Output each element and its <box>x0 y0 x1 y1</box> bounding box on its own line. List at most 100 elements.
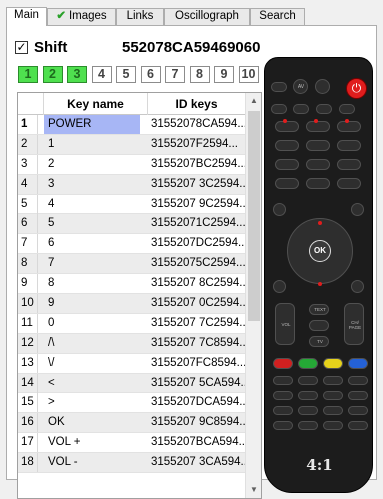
text-button[interactable]: TEXT <box>309 304 329 315</box>
page-box-3[interactable]: 3 <box>67 66 87 83</box>
page-box-4[interactable]: 4 <box>91 66 112 83</box>
page-box-9[interactable]: 9 <box>214 66 234 83</box>
digit-9-button[interactable] <box>337 159 361 170</box>
digit-3-button[interactable] <box>337 121 361 132</box>
remote-button[interactable] <box>309 320 329 331</box>
tab-search-label: Search <box>259 10 296 22</box>
remote-button[interactable] <box>271 104 287 114</box>
table-row[interactable]: 10 9 3155207 0C2594... <box>18 294 246 314</box>
remote-button[interactable] <box>348 421 368 430</box>
page-box-7[interactable]: 7 <box>165 66 185 83</box>
table-row[interactable]: 11 0 3155207 7C2594... <box>18 313 246 334</box>
yellow-button[interactable] <box>323 358 343 369</box>
table-row[interactable]: 2 1 3155207F2594... <box>18 134 246 155</box>
table-row[interactable]: 7 6 3155207DC2594... <box>18 234 246 255</box>
key-name-cell: VOL + <box>48 436 81 449</box>
table-row[interactable]: 1 POWER 31552078CA594... <box>18 115 246 135</box>
remote-button[interactable] <box>348 376 368 385</box>
remote-button[interactable] <box>273 406 293 415</box>
header-key-name[interactable]: Key name <box>44 93 148 115</box>
remote-button[interactable] <box>273 376 293 385</box>
table-row[interactable]: 15 >3155207DCA594... <box>18 393 246 414</box>
digit-5-button[interactable] <box>306 140 330 151</box>
table-row[interactable]: 18 VOL - 3155207 3CA594... <box>18 453 246 474</box>
page-box-5[interactable]: 5 <box>116 66 136 83</box>
digit-8-button[interactable] <box>306 159 330 170</box>
tab-search[interactable]: Search <box>250 8 305 25</box>
table-row[interactable]: 14 <3155207 5CA594... <box>18 373 246 394</box>
page-box-8[interactable]: 8 <box>189 66 210 83</box>
scroll-thumb[interactable] <box>248 111 260 321</box>
page-box-2[interactable]: 2 <box>42 66 63 83</box>
id-keys-cell: 3155207 8C2594... <box>151 277 246 290</box>
remote-av-button[interactable]: AV <box>293 79 308 94</box>
row-number: 10 <box>18 294 38 314</box>
green-button[interactable] <box>298 358 318 369</box>
table-row[interactable]: 9 8 3155207 8C2594... <box>18 274 246 295</box>
table-row[interactable]: 3 2 3155207BC2594... <box>18 154 246 175</box>
remote-button[interactable] <box>323 421 343 430</box>
table-row[interactable]: 6 5 31552071C2594... <box>18 214 246 235</box>
remote-button[interactable] <box>273 421 293 430</box>
remote-button[interactable] <box>348 391 368 400</box>
header-id-keys[interactable]: ID keys <box>148 93 246 115</box>
volume-rocker[interactable]: VOL <box>275 303 295 345</box>
table-row[interactable]: 8 7 31552075C2594... <box>18 254 246 275</box>
tab-links[interactable]: Links <box>116 8 164 25</box>
remote-button[interactable] <box>337 178 361 189</box>
remote-tv-label: TV <box>317 339 323 344</box>
remote-button[interactable] <box>298 376 318 385</box>
table-row[interactable]: 5 4 3155207 9C2594... <box>18 194 246 215</box>
remote-button[interactable] <box>323 391 343 400</box>
return-button[interactable] <box>273 203 286 216</box>
remote-button[interactable] <box>298 406 318 415</box>
page-box-10[interactable]: 10 <box>238 66 259 83</box>
remote-button[interactable] <box>293 104 309 114</box>
remote-button[interactable] <box>298 421 318 430</box>
table-header: Key name ID keys <box>18 93 246 115</box>
digit-7-button[interactable] <box>275 159 299 170</box>
table-row[interactable]: 4 3 3155207 3C2594... <box>18 174 246 195</box>
digit-1-button[interactable] <box>275 121 299 132</box>
title-button[interactable] <box>351 280 364 293</box>
power-icon[interactable]: ⏻ <box>346 78 367 99</box>
remote-button[interactable] <box>273 391 293 400</box>
id-keys-cell: 31552078CA594... <box>151 118 246 130</box>
remote-ch-label: CH/ PAGE <box>348 320 362 330</box>
digit-6-button[interactable] <box>337 140 361 151</box>
remote-button[interactable] <box>348 406 368 415</box>
tab-oscillograph[interactable]: Oscillograph <box>164 8 250 25</box>
blue-button[interactable] <box>348 358 368 369</box>
digit-0-button[interactable] <box>306 178 330 189</box>
tab-images[interactable]: ✔ Images <box>47 8 116 25</box>
table-row[interactable]: 13 \/ 3155207FC8594... <box>18 353 246 374</box>
red-button[interactable] <box>273 358 293 369</box>
table-row[interactable]: 17 VOL + 3155207BCA594... <box>18 433 246 454</box>
remote-button[interactable] <box>275 178 299 189</box>
remote-button[interactable] <box>298 391 318 400</box>
row-number: 13 <box>18 353 38 373</box>
remote-button[interactable] <box>323 376 343 385</box>
shift-checkbox[interactable]: ✓ <box>15 41 28 54</box>
table-scrollbar[interactable]: ▲ ▼ <box>245 93 261 498</box>
remote-button[interactable] <box>271 82 287 92</box>
mute-icon[interactable] <box>315 79 330 94</box>
main-panel: ✓ Shift 552078CA59469060 1 2 3 4 5 6 7 8 9 10 Key… <box>6 25 377 499</box>
tv-button[interactable]: TV <box>309 336 329 347</box>
top-menu-button[interactable] <box>273 280 286 293</box>
remote-button[interactable] <box>323 406 343 415</box>
remote-button[interactable] <box>339 104 355 114</box>
id-keys-cell: 3155207BCA594... <box>151 436 246 449</box>
menu-button[interactable] <box>351 203 364 216</box>
digit-2-button[interactable] <box>306 121 330 132</box>
page-box-1[interactable]: 1 <box>18 66 38 83</box>
tab-main[interactable]: Main <box>6 7 47 26</box>
table-row[interactable]: 12 /\ 3155207 7C8594... <box>18 333 246 354</box>
page-box-6[interactable]: 6 <box>140 66 161 83</box>
ok-button[interactable]: OK <box>309 240 331 262</box>
digit-4-button[interactable] <box>275 140 299 151</box>
channel-rocker[interactable]: CH/ PAGE <box>344 303 364 345</box>
table-row[interactable]: 16 OK 3155207 9C8594... <box>18 413 246 434</box>
remote-button[interactable] <box>316 104 332 114</box>
row-number: 14 <box>18 373 38 393</box>
